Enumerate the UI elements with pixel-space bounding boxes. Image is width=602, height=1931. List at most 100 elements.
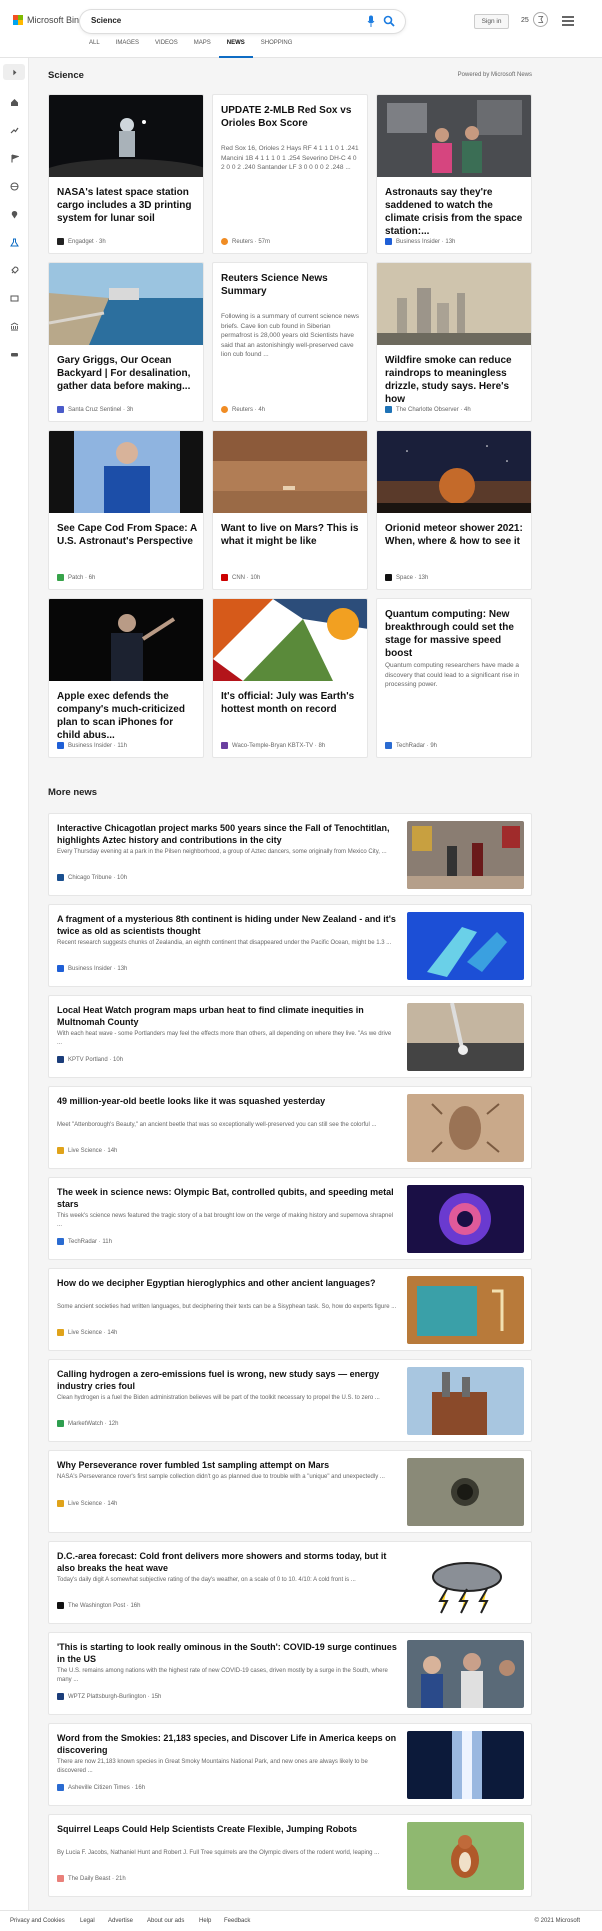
news-thumbnail[interactable] <box>407 912 524 980</box>
news-thumbnail[interactable] <box>407 1276 524 1344</box>
card-title[interactable]: Reuters Science News Summary <box>221 272 361 298</box>
news-thumbnail[interactable] <box>407 1367 524 1435</box>
card-image <box>213 599 367 681</box>
trending-icon[interactable] <box>8 124 21 137</box>
tab-shopping[interactable]: SHOPPING <box>253 40 301 58</box>
news-card[interactable]: Reuters Science News Summary Following i… <box>212 262 368 422</box>
card-title[interactable]: Wildfire smoke can reduce raindrops to m… <box>385 354 525 406</box>
news-list-item[interactable]: 49 million-year-old beetle looks like it… <box>48 1086 532 1169</box>
news-card[interactable]: See Cape Cod From Space: A U.S. Astronau… <box>48 430 204 590</box>
news-list-item[interactable]: Calling hydrogen a zero-emissions fuel i… <box>48 1359 532 1442</box>
hamburger-menu-icon[interactable] <box>562 16 574 26</box>
news-snippet: Some ancient societies had written langu… <box>57 1304 397 1310</box>
news-thumbnail[interactable] <box>407 1549 524 1617</box>
news-list-item[interactable]: Word from the Smokies: 21,183 species, a… <box>48 1723 532 1806</box>
card-title[interactable]: NASA's latest space station cargo includ… <box>57 186 197 225</box>
card-title[interactable]: Astronauts say they're saddened to watch… <box>385 186 525 238</box>
card-source: Waco-Temple-Bryan KBTX-TV · 8h <box>221 742 325 749</box>
footer-link-advertise[interactable]: Advertise <box>108 1918 133 1924</box>
news-list-item[interactable]: The week in science news: Olympic Bat, c… <box>48 1177 532 1260</box>
news-title[interactable]: The week in science news: Olympic Bat, c… <box>57 1186 397 1210</box>
expand-icon[interactable] <box>3 64 25 80</box>
news-thumbnail[interactable] <box>407 1094 524 1162</box>
news-title[interactable]: 49 million-year-old beetle looks like it… <box>57 1095 397 1107</box>
news-card[interactable]: NASA's latest space station cargo includ… <box>48 94 204 254</box>
news-title[interactable]: Calling hydrogen a zero-emissions fuel i… <box>57 1368 397 1392</box>
news-title[interactable]: How do we decipher Egyptian hieroglyphic… <box>57 1277 397 1289</box>
source-logo-icon <box>57 1784 64 1791</box>
tab-maps[interactable]: MAPS <box>186 40 219 58</box>
search-box[interactable]: Science <box>80 10 405 33</box>
news-card[interactable]: It's official: July was Earth's hottest … <box>212 598 368 758</box>
footer-link-feedback[interactable]: Feedback <box>224 1918 250 1924</box>
news-title[interactable]: Squirrel Leaps Could Help Scientists Cre… <box>57 1823 397 1835</box>
location-icon[interactable] <box>8 208 21 221</box>
news-list-item[interactable]: 'This is starting to look really ominous… <box>48 1632 532 1715</box>
news-card[interactable]: Apple exec defends the company's much-cr… <box>48 598 204 758</box>
news-thumbnail[interactable] <box>407 821 524 889</box>
money-icon[interactable] <box>8 320 21 333</box>
card-image <box>377 263 531 345</box>
card-title[interactable]: UPDATE 2-MLB Red Sox vs Orioles Box Scor… <box>221 104 361 130</box>
footer-link-about-ads[interactable]: About our ads <box>147 1918 184 1924</box>
news-title[interactable]: Word from the Smokies: 21,183 species, a… <box>57 1732 397 1756</box>
tab-news[interactable]: NEWS <box>218 40 253 58</box>
news-card[interactable]: Orionid meteor shower 2021: When, where … <box>376 430 532 590</box>
news-title[interactable]: D.C.-area forecast: Cold front delivers … <box>57 1550 397 1574</box>
news-thumbnail[interactable] <box>407 1731 524 1799</box>
search-input[interactable]: Science <box>91 16 121 25</box>
card-title[interactable]: Want to live on Mars? This is what it mi… <box>221 522 361 548</box>
card-title[interactable]: Orionid meteor shower 2021: When, where … <box>385 522 525 548</box>
news-card[interactable]: Quantum computing: New breakthrough coul… <box>376 598 532 758</box>
car-icon[interactable] <box>8 348 21 361</box>
footer-link-help[interactable]: Help <box>199 1918 211 1924</box>
science-icon[interactable] <box>8 236 21 249</box>
news-thumbnail[interactable] <box>407 1458 524 1526</box>
sign-in-button[interactable]: Sign in <box>474 14 509 29</box>
home-icon[interactable] <box>8 96 21 109</box>
card-title[interactable]: It's official: July was Earth's hottest … <box>221 690 361 716</box>
search-icon[interactable] <box>383 15 395 27</box>
news-list-item[interactable]: Local Heat Watch program maps urban heat… <box>48 995 532 1078</box>
flag-icon[interactable] <box>8 152 21 165</box>
news-title[interactable]: Local Heat Watch program maps urban heat… <box>57 1004 397 1028</box>
news-card[interactable]: Gary Griggs, Our Ocean Backyard | For de… <box>48 262 204 422</box>
news-list-item[interactable]: Why Perseverance rover fumbled 1st sampl… <box>48 1450 532 1533</box>
tab-videos[interactable]: VIDEOS <box>147 40 186 58</box>
tab-all[interactable]: ALL <box>81 40 108 58</box>
news-title[interactable]: Why Perseverance rover fumbled 1st sampl… <box>57 1459 397 1471</box>
news-title[interactable]: Interactive Chicagotlan project marks 50… <box>57 822 397 846</box>
news-card[interactable]: Want to live on Mars? This is what it mi… <box>212 430 368 590</box>
news-title[interactable]: A fragment of a mysterious 8th continent… <box>57 913 397 937</box>
news-title[interactable]: 'This is starting to look really ominous… <box>57 1641 397 1665</box>
news-thumbnail[interactable] <box>407 1640 524 1708</box>
globe-icon[interactable] <box>8 180 21 193</box>
news-thumbnail[interactable] <box>407 1003 524 1071</box>
footer-link-legal[interactable]: Legal <box>80 1918 95 1924</box>
footer-link-privacy[interactable]: Privacy and Cookies <box>10 1918 65 1924</box>
card-title[interactable]: Apple exec defends the company's much-cr… <box>57 690 197 742</box>
source-logo-icon <box>57 406 64 413</box>
news-list-item[interactable]: How do we decipher Egyptian hieroglyphic… <box>48 1268 532 1351</box>
rewards-icon[interactable] <box>533 12 548 27</box>
rocket-icon[interactable] <box>8 264 21 277</box>
bing-logo[interactable]: Microsoft Bing <box>13 15 84 25</box>
news-thumbnail[interactable] <box>407 1185 524 1253</box>
news-list-item[interactable]: A fragment of a mysterious 8th continent… <box>48 904 532 987</box>
card-title[interactable]: Quantum computing: New breakthrough coul… <box>385 608 525 660</box>
card-title[interactable]: Gary Griggs, Our Ocean Backyard | For de… <box>57 354 197 393</box>
card-source: Reuters · 4h <box>221 406 265 413</box>
news-card[interactable]: UPDATE 2-MLB Red Sox vs Orioles Box Scor… <box>212 94 368 254</box>
news-list-item[interactable]: D.C.-area forecast: Cold front delivers … <box>48 1541 532 1624</box>
news-source-label: KPTV Portland · 10h <box>68 1056 124 1063</box>
tab-images[interactable]: IMAGES <box>108 40 147 58</box>
news-list-item[interactable]: Squirrel Leaps Could Help Scientists Cre… <box>48 1814 532 1897</box>
microphone-icon[interactable] <box>367 15 375 28</box>
news-thumbnail[interactable] <box>407 1822 524 1890</box>
news-card[interactable]: Astronauts say they're saddened to watch… <box>376 94 532 254</box>
news-list-item[interactable]: Interactive Chicagotlan project marks 50… <box>48 813 532 896</box>
news-card[interactable]: Wildfire smoke can reduce raindrops to m… <box>376 262 532 422</box>
entertainment-icon[interactable] <box>8 292 21 305</box>
card-source: TechRadar · 9h <box>385 742 437 749</box>
card-title[interactable]: See Cape Cod From Space: A U.S. Astronau… <box>57 522 197 548</box>
